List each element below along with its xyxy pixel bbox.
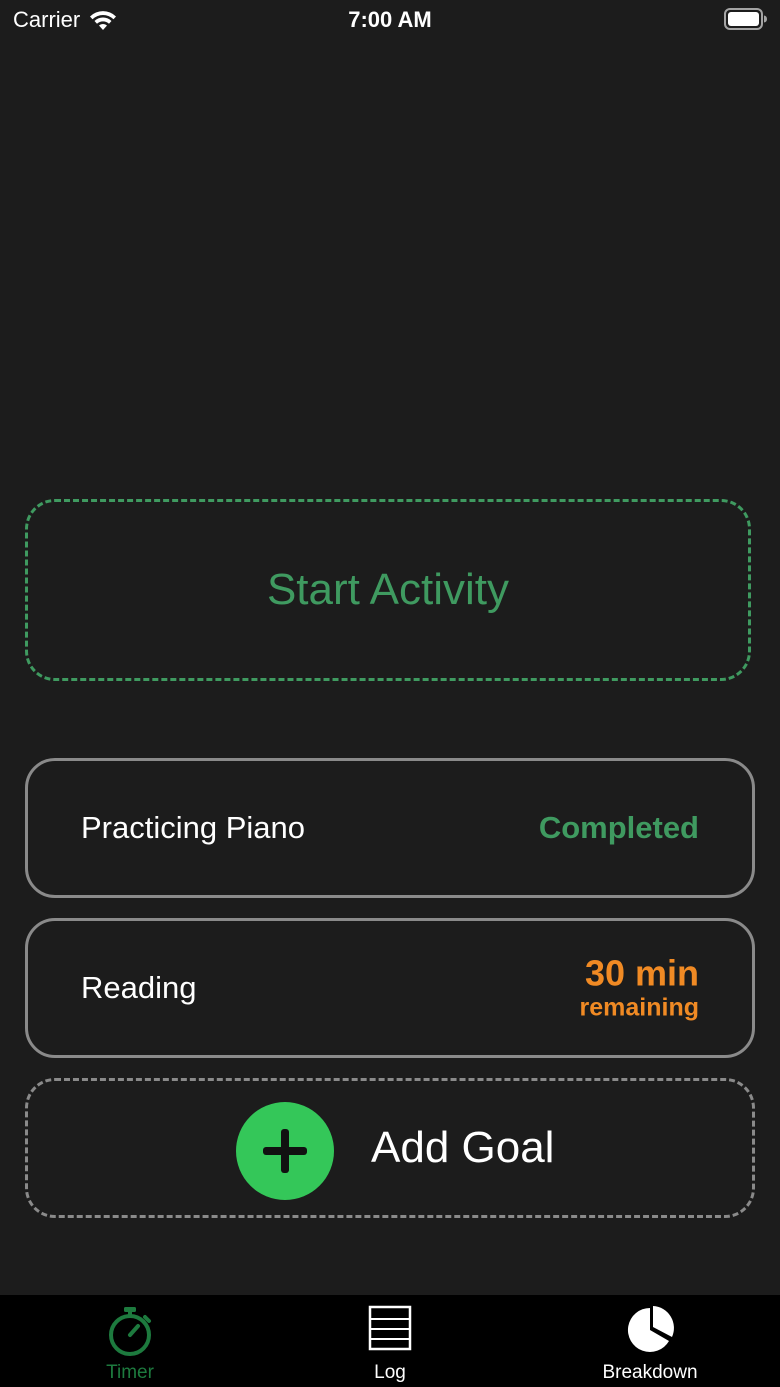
battery-icon bbox=[724, 8, 768, 30]
goal-name: Reading bbox=[81, 970, 197, 1005]
remaining-time: 30 min bbox=[584, 952, 699, 994]
goal-card-reading[interactable]: Reading 30 min remaining bbox=[25, 918, 755, 1058]
tab-log-label: Log bbox=[374, 1362, 406, 1383]
start-activity-button[interactable]: Start Activity bbox=[25, 499, 751, 681]
list-icon bbox=[368, 1305, 412, 1356]
tab-timer-label: Timer bbox=[106, 1362, 154, 1383]
tab-breakdown-label: Breakdown bbox=[602, 1362, 698, 1383]
tab-breakdown[interactable]: Breakdown bbox=[550, 1295, 750, 1387]
remaining-caption: remaining bbox=[579, 993, 699, 1022]
plus-circle-icon bbox=[236, 1102, 334, 1200]
start-activity-label: Start Activity bbox=[266, 565, 510, 614]
add-goal-button[interactable]: Add Goal bbox=[25, 1078, 755, 1218]
tab-log[interactable]: Log bbox=[290, 1295, 490, 1387]
goal-status-completed: Completed bbox=[538, 810, 699, 845]
goal-card-practicing-piano[interactable]: Practicing Piano Completed bbox=[25, 758, 755, 898]
add-goal-label: Add Goal bbox=[371, 1123, 555, 1172]
stopwatch-icon bbox=[105, 1305, 155, 1362]
pie-chart-icon bbox=[625, 1305, 675, 1360]
goal-status-remaining: 30 min remaining bbox=[579, 952, 699, 1022]
goal-name: Practicing Piano bbox=[81, 810, 306, 845]
status-bar: Carrier 7:00 AM bbox=[0, 0, 780, 40]
status-time: 7:00 AM bbox=[348, 7, 432, 32]
tab-bar: Timer Log Breakdown bbox=[0, 1295, 780, 1387]
tab-timer[interactable]: Timer bbox=[30, 1295, 230, 1387]
